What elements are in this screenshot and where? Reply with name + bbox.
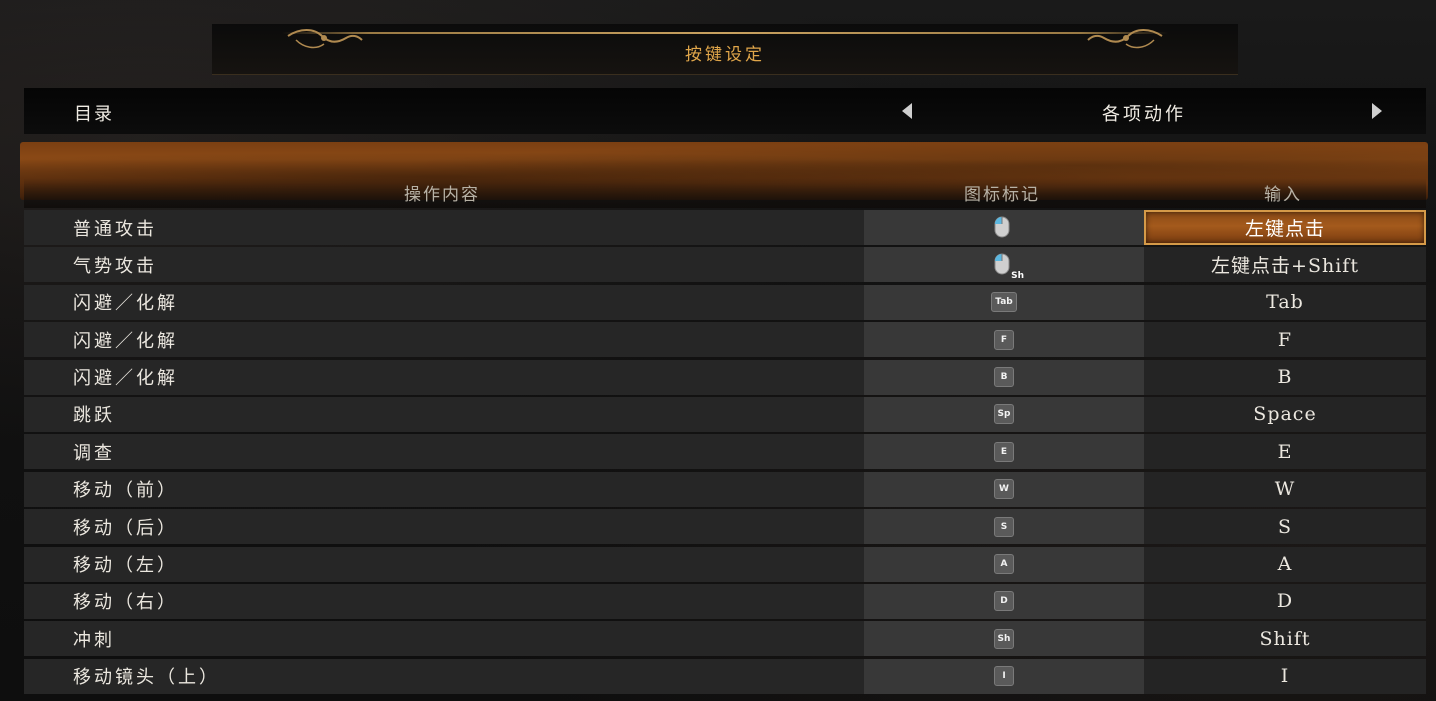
input-binding-button[interactable]: A xyxy=(1144,546,1426,582)
icon-cell: E xyxy=(864,434,1144,470)
category-label: 目录 xyxy=(74,104,114,125)
input-binding-button[interactable]: W xyxy=(1144,471,1426,507)
input-binding-button[interactable]: B xyxy=(1144,359,1426,395)
page-title: 按键设定 xyxy=(685,45,765,65)
mouse-left-icon xyxy=(994,216,1014,240)
table-row[interactable]: 调查 E E xyxy=(24,434,1426,470)
table-row[interactable]: 气势攻击 Sh 左键点击+Shift xyxy=(24,247,1426,283)
action-label: 闪避／化解 xyxy=(24,322,864,358)
icon-cell: Sh xyxy=(864,621,1144,657)
input-binding-button[interactable]: 左键点击 xyxy=(1144,210,1426,245)
table-row[interactable]: 移动（左） A A xyxy=(24,546,1426,582)
icon-cell: W xyxy=(864,471,1144,507)
icon-cell: S xyxy=(864,509,1144,545)
column-headers: 操作内容 图标标记 输入 xyxy=(24,178,1426,208)
key-icon: Sh xyxy=(993,628,1015,649)
input-binding-button[interactable]: I xyxy=(1144,658,1426,694)
action-label: 普通攻击 xyxy=(24,210,864,245)
table-row[interactable]: 移动镜头（上） I I xyxy=(24,658,1426,694)
icon-cell: Sh xyxy=(864,247,1144,283)
key-icon: D xyxy=(994,591,1014,612)
column-header-input: 输入 xyxy=(1264,185,1302,205)
key-icon: W xyxy=(994,479,1014,500)
input-binding-button[interactable]: Shift xyxy=(1144,621,1426,657)
input-binding-button[interactable]: Space xyxy=(1144,396,1426,432)
key-icon: B xyxy=(994,367,1014,388)
table-row[interactable]: 移动（右） D D xyxy=(24,583,1426,619)
icon-cell: A xyxy=(864,546,1144,582)
table-row[interactable]: 移动（前） W W xyxy=(24,471,1426,507)
key-icon: Sp xyxy=(993,404,1015,425)
key-icon: Tab xyxy=(991,292,1017,313)
key-icon: I xyxy=(994,666,1014,687)
action-label: 气势攻击 xyxy=(24,247,864,283)
next-category-arrow-icon[interactable] xyxy=(1372,103,1382,119)
action-label: 移动（前） xyxy=(24,471,864,507)
input-binding-button[interactable]: 左键点击+Shift xyxy=(1144,247,1426,283)
action-label: 调查 xyxy=(24,434,864,470)
table-row[interactable]: 闪避／化解 F F xyxy=(24,322,1426,358)
icon-cell: F xyxy=(864,322,1144,358)
action-label: 冲刺 xyxy=(24,621,864,657)
table-row[interactable]: 跳跃 Sp Space xyxy=(24,396,1426,432)
category-value: 各项动作 xyxy=(1102,104,1186,125)
table-row[interactable]: 闪避／化解 Tab Tab xyxy=(24,284,1426,320)
input-binding-button[interactable]: D xyxy=(1144,583,1426,619)
column-header-action: 操作内容 xyxy=(404,185,480,205)
table-row[interactable]: 普通攻击 左键点击 xyxy=(24,210,1426,245)
mouse-left-shift-icon: Sh xyxy=(994,253,1024,281)
input-binding-button[interactable]: Tab xyxy=(1144,284,1426,320)
action-label: 移动镜头（上） xyxy=(24,658,864,694)
category-bar: 目录 各项动作 xyxy=(24,88,1426,134)
icon-cell: Sp xyxy=(864,396,1144,432)
prev-category-arrow-icon[interactable] xyxy=(902,103,912,119)
input-binding-button[interactable]: F xyxy=(1144,322,1426,358)
shift-modifier-label: Sh xyxy=(1011,270,1024,281)
input-binding-button[interactable]: S xyxy=(1144,509,1426,545)
key-icon: E xyxy=(994,441,1014,462)
icon-cell xyxy=(864,210,1144,245)
icon-cell: Tab xyxy=(864,284,1144,320)
action-label: 闪避／化解 xyxy=(24,359,864,395)
table-row[interactable]: 冲刺 Sh Shift xyxy=(24,621,1426,657)
table-row[interactable]: 闪避／化解 B B xyxy=(24,359,1426,395)
title-banner: 按键设定 xyxy=(212,24,1238,75)
action-label: 移动（后） xyxy=(24,509,864,545)
key-icon: A xyxy=(994,554,1014,575)
action-label: 移动（左） xyxy=(24,546,864,582)
title-rule xyxy=(282,32,1168,34)
action-label: 移动（右） xyxy=(24,583,864,619)
icon-cell: B xyxy=(864,359,1144,395)
icon-cell: I xyxy=(864,658,1144,694)
column-header-icon: 图标标记 xyxy=(964,185,1040,205)
table-row[interactable]: 移动（后） S S xyxy=(24,509,1426,545)
icon-cell: D xyxy=(864,583,1144,619)
action-label: 跳跃 xyxy=(24,396,864,432)
key-icon: F xyxy=(994,329,1014,350)
action-label: 闪避／化解 xyxy=(24,284,864,320)
input-binding-button[interactable]: E xyxy=(1144,434,1426,470)
key-icon: S xyxy=(994,516,1014,537)
keybinding-table: 普通攻击 左键点击 气势攻击 Sh 左键点击+Shift 闪避／化解 Tab Tab 闪避／化解… xyxy=(24,210,1426,696)
